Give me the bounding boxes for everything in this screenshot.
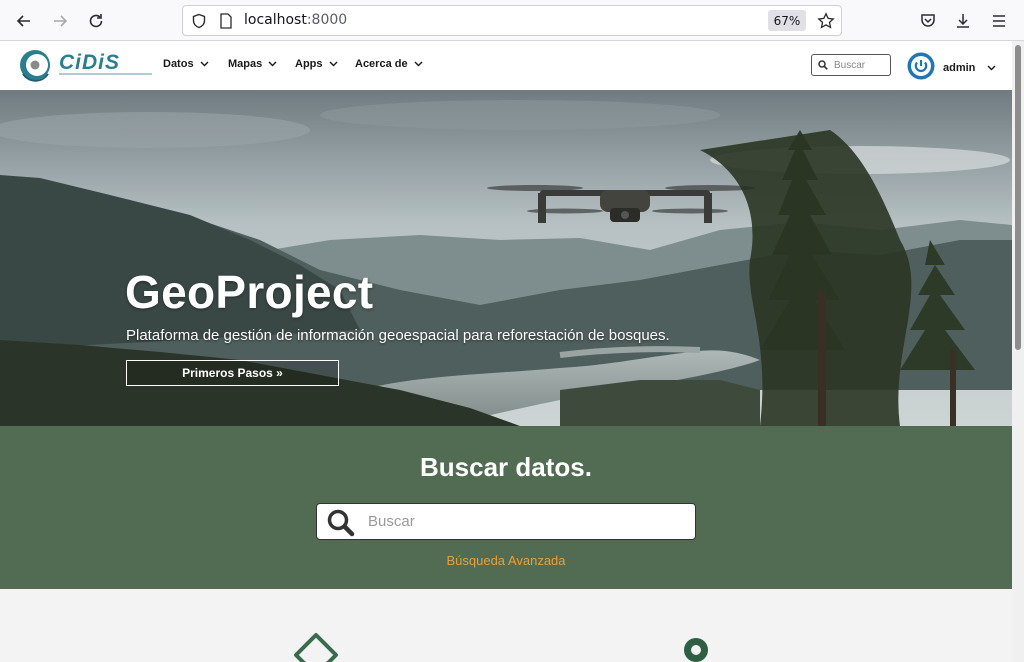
site-search-placeholder: Buscar xyxy=(834,59,866,71)
chevron-down-icon xyxy=(414,58,423,70)
hero-subtitle: Plataforma de gestión de información geo… xyxy=(126,327,670,344)
pocket-icon[interactable] xyxy=(915,8,941,34)
scrollbar-thumb[interactable] xyxy=(1015,45,1021,350)
chevron-down-icon xyxy=(200,58,209,70)
back-icon[interactable] xyxy=(11,8,37,34)
hero-banner: GeoProject Plataforma de gestión de info… xyxy=(0,90,1012,426)
chevron-down-icon xyxy=(987,65,996,71)
power-avatar-icon xyxy=(907,52,935,84)
url-port: :8000 xyxy=(306,12,348,28)
shield-icon[interactable] xyxy=(191,13,207,33)
menu-hamburger-icon[interactable] xyxy=(986,8,1012,34)
search-section-title: Buscar datos. xyxy=(420,452,592,482)
search-icon xyxy=(818,60,828,70)
site-search-input[interactable]: Buscar xyxy=(811,54,891,76)
svg-text:CiDiS: CiDiS xyxy=(59,51,120,74)
menu-datos[interactable]: Datos xyxy=(163,58,209,70)
browser-toolbar: localhost:8000 67% xyxy=(0,0,1024,41)
forward-icon[interactable] xyxy=(47,8,73,34)
data-search-input[interactable]: Buscar xyxy=(316,503,696,540)
advanced-search-link[interactable]: Búsqueda Avanzada xyxy=(0,553,1012,568)
features-section xyxy=(0,589,1012,662)
menu-datos-label: Datos xyxy=(163,58,194,70)
search-icon xyxy=(326,508,356,542)
chevron-down-icon xyxy=(268,58,277,70)
primeros-pasos-button[interactable]: Primeros Pasos » xyxy=(126,360,339,386)
page-viewport: CiDiS Datos Mapas Apps Acerca de Buscar xyxy=(0,41,1012,662)
menu-mapas-label: Mapas xyxy=(228,58,263,70)
reload-icon[interactable] xyxy=(83,8,109,34)
menu-apps-label: Apps xyxy=(295,58,323,70)
user-name: admin xyxy=(943,62,976,74)
page-icon xyxy=(219,13,233,33)
cidis-logo[interactable]: CiDiS xyxy=(18,44,154,84)
chevron-down-icon xyxy=(329,58,338,70)
user-menu[interactable]: admin xyxy=(907,52,996,84)
menu-apps[interactable]: Apps xyxy=(295,58,338,70)
data-search-placeholder: Buscar xyxy=(368,513,415,530)
menu-acerca-de[interactable]: Acerca de xyxy=(355,58,423,70)
search-section: Buscar datos. Buscar Búsqueda Avanzada xyxy=(0,426,1012,589)
download-icon[interactable] xyxy=(950,8,976,34)
map-pin-icon xyxy=(681,635,711,662)
layers-icon xyxy=(292,631,340,662)
url-host: localhost xyxy=(244,12,307,28)
bookmark-star-icon[interactable] xyxy=(817,12,835,34)
site-navbar: CiDiS Datos Mapas Apps Acerca de Buscar xyxy=(0,41,1012,90)
url-text[interactable]: localhost:8000 xyxy=(244,12,347,28)
page-scrollbar[interactable] xyxy=(1012,41,1024,662)
menu-mapas[interactable]: Mapas xyxy=(228,58,277,70)
address-bar[interactable]: localhost:8000 67% xyxy=(182,5,842,36)
hero-title: GeoProject xyxy=(125,266,374,318)
zoom-badge[interactable]: 67% xyxy=(768,10,806,31)
menu-acerca-de-label: Acerca de xyxy=(355,58,408,70)
